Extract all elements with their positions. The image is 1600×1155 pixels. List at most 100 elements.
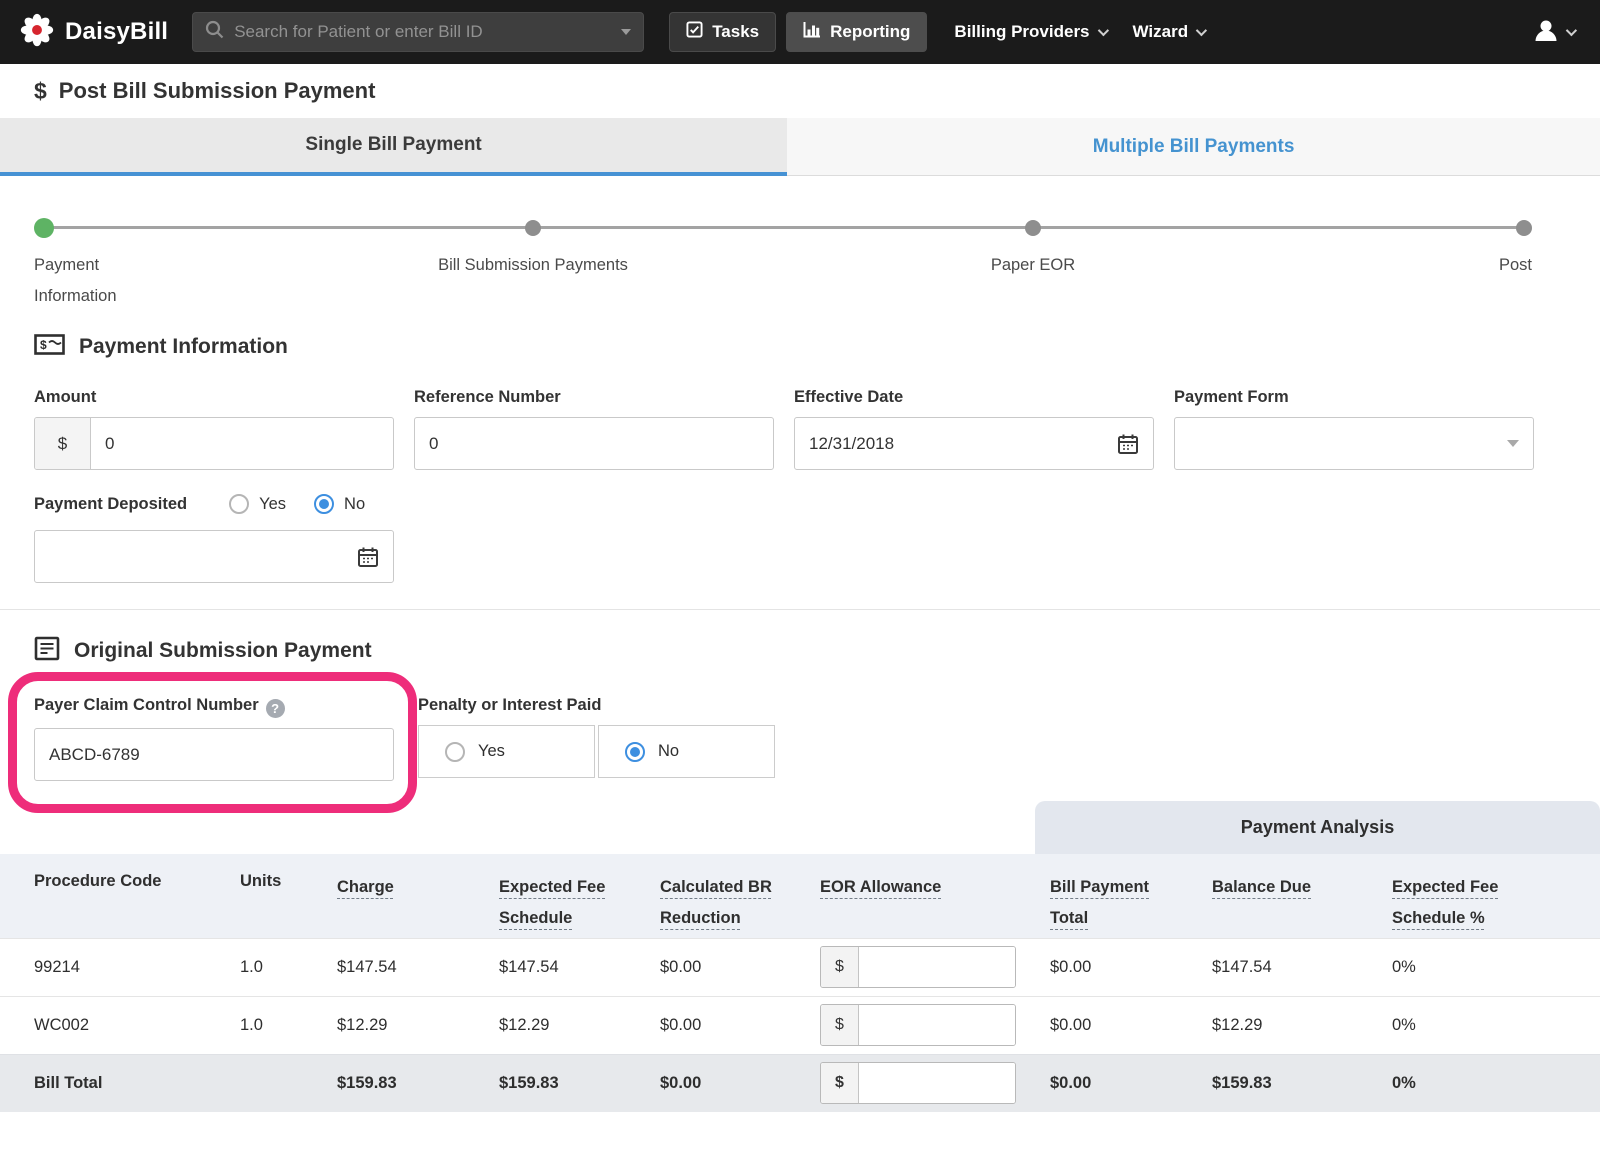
- deposited-no-option[interactable]: No: [314, 494, 365, 514]
- reporting-label: Reporting: [830, 22, 911, 41]
- expected-pct-cell: 0%: [1392, 995, 1600, 1054]
- calendar-icon[interactable]: [343, 546, 393, 568]
- col-eor-allowance[interactable]: EOR Allowance: [820, 854, 1050, 938]
- eor-allowance-cell: $: [820, 995, 1050, 1054]
- deposited-yes-option[interactable]: Yes: [229, 494, 286, 514]
- col-expected-fee-schedule[interactable]: Expected Fee Schedule: [499, 854, 660, 938]
- billing-providers-label: Billing Providers: [954, 22, 1090, 41]
- step-label-payment-information: Payment Information: [34, 256, 117, 305]
- tab-multiple-bill-payments[interactable]: Multiple Bill Payments: [787, 118, 1600, 176]
- daisy-logo-icon: [18, 11, 56, 54]
- payment-form-select[interactable]: [1174, 417, 1534, 470]
- penalty-label: Penalty or Interest Paid: [418, 696, 602, 714]
- penalty-no-radio[interactable]: [625, 741, 645, 762]
- payment-form-value[interactable]: [1175, 418, 1493, 469]
- payment-deposited-label: Payment Deposited: [34, 494, 188, 513]
- original-submission-heading: Original Submission Payment: [74, 639, 372, 662]
- user-menu[interactable]: [1532, 16, 1582, 49]
- line-items-table-area: Payment Analysis Procedure Code Units Ch…: [0, 801, 1600, 1112]
- deposited-yes-radio[interactable]: [229, 494, 250, 514]
- reference-number-label: Reference Number: [414, 388, 561, 406]
- user-icon: [1532, 16, 1560, 49]
- col-calculated-br-reduction[interactable]: Calculated BR Reduction: [660, 854, 820, 938]
- amount-label: Amount: [34, 388, 97, 406]
- pccn-input[interactable]: [35, 729, 393, 780]
- units-cell: [240, 1053, 337, 1112]
- step-dot-post: [1516, 220, 1532, 236]
- payment-tabs: Single Bill Payment Multiple Bill Paymen…: [0, 118, 1600, 176]
- payment-analysis-banner: Payment Analysis: [1035, 801, 1600, 854]
- bill-document-icon: [34, 636, 60, 666]
- payer-claim-control-number-field: Payer Claim Control Number?: [8, 672, 417, 813]
- balance-due-cell: $147.54: [1212, 937, 1392, 996]
- penalty-yes-radio[interactable]: [445, 741, 465, 762]
- col-balance-due[interactable]: Balance Due: [1212, 854, 1392, 938]
- penalty-no-label: No: [658, 742, 680, 760]
- payment-information-heading: Payment Information: [79, 335, 288, 358]
- step-label-post: Post: [1498, 256, 1532, 274]
- penalty-yes-label: Yes: [478, 742, 505, 760]
- reference-number-input[interactable]: [415, 418, 773, 469]
- chevron-down-icon: [1565, 24, 1578, 37]
- billing-providers-menu[interactable]: Billing Providers: [954, 22, 1109, 42]
- penalty-no-option[interactable]: No: [598, 725, 775, 778]
- col-bill-payment-total[interactable]: Bill Payment Total: [1050, 854, 1212, 938]
- penalty-yes-option[interactable]: Yes: [418, 725, 595, 778]
- deposited-yes-label: Yes: [259, 494, 287, 513]
- expected-fee-cell: $147.54: [499, 937, 660, 996]
- col-charge[interactable]: Charge: [337, 854, 499, 938]
- chevron-down-icon: [1195, 24, 1208, 37]
- money-check-icon: $: [34, 332, 65, 362]
- step-dot-bill-submission-payments: [525, 220, 541, 236]
- help-icon[interactable]: ?: [265, 699, 285, 718]
- tasks-check-icon: [686, 21, 703, 43]
- expected-fee-cell: $12.29: [499, 995, 660, 1054]
- step-dot-payment-information: [34, 218, 54, 238]
- search-dropdown-caret-icon[interactable]: [621, 29, 632, 35]
- bar-chart-icon: [803, 21, 821, 43]
- deposited-no-radio[interactable]: [314, 494, 335, 514]
- svg-text:$: $: [40, 338, 47, 352]
- pccn-label: Payer Claim Control Number?: [34, 696, 394, 718]
- calc-br-cell: $0.00: [660, 937, 820, 996]
- table-row: 99214 1.0 $147.54 $147.54 $0.00 $ $0.00 …: [0, 937, 1600, 996]
- page-title: Post Bill Submission Payment: [58, 78, 376, 103]
- expected-pct-total-cell: 0%: [1392, 1053, 1600, 1112]
- table-row: WC002 1.0 $12.29 $12.29 $0.00 $ $0.00 $1…: [0, 995, 1600, 1054]
- effective-date-input[interactable]: [795, 418, 1103, 469]
- bill-total-row: Bill Total $159.83 $159.83 $0.00 $ $0.00…: [0, 1053, 1600, 1112]
- table-header-row: Procedure Code Units Charge Expected Fee…: [0, 854, 1600, 938]
- effective-date-field: Effective Date: [794, 388, 1154, 470]
- calendar-icon[interactable]: [1103, 433, 1153, 455]
- eor-allowance-input[interactable]: [859, 947, 1015, 987]
- search-input[interactable]: [234, 22, 612, 42]
- brand[interactable]: DaisyBill: [18, 11, 168, 54]
- expected-pct-cell: 0%: [1392, 937, 1600, 996]
- tab-single-bill-payment[interactable]: Single Bill Payment: [0, 118, 788, 176]
- amount-currency-prefix: $: [35, 418, 91, 469]
- eor-allowance-input[interactable]: [859, 1005, 1015, 1045]
- units-cell: 1.0: [240, 937, 337, 996]
- bill-payment-total-cell: $0.00: [1050, 1053, 1212, 1112]
- procedure-code-cell: 99214: [0, 937, 240, 996]
- reporting-button[interactable]: Reporting: [786, 12, 928, 52]
- step-dot-paper-eor: [1025, 220, 1041, 236]
- line-items-table: Procedure Code Units Charge Expected Fee…: [0, 854, 1600, 1112]
- payment-form-label: Payment Form: [1174, 388, 1289, 406]
- wizard-menu[interactable]: Wizard: [1132, 22, 1208, 42]
- eor-allowance-total-input[interactable]: [859, 1063, 1015, 1104]
- eor-allowance-total-cell: $: [820, 1053, 1050, 1112]
- global-search[interactable]: [192, 12, 645, 52]
- bill-payment-total-cell: $0.00: [1050, 937, 1212, 996]
- top-nav: DaisyBill Tasks R: [0, 0, 1600, 64]
- eor-currency-prefix: $: [821, 1063, 859, 1104]
- deposit-date-input[interactable]: [35, 531, 343, 582]
- stepper-line: [44, 226, 1524, 229]
- col-expected-fee-schedule-pct[interactable]: Expected Fee Schedule %: [1392, 854, 1600, 938]
- deposited-no-label: No: [344, 494, 366, 513]
- tasks-button[interactable]: Tasks: [669, 12, 777, 52]
- amount-input[interactable]: [91, 418, 393, 469]
- dollar-icon: $: [34, 77, 47, 104]
- wizard-label: Wizard: [1132, 22, 1189, 41]
- tasks-label: Tasks: [712, 22, 760, 41]
